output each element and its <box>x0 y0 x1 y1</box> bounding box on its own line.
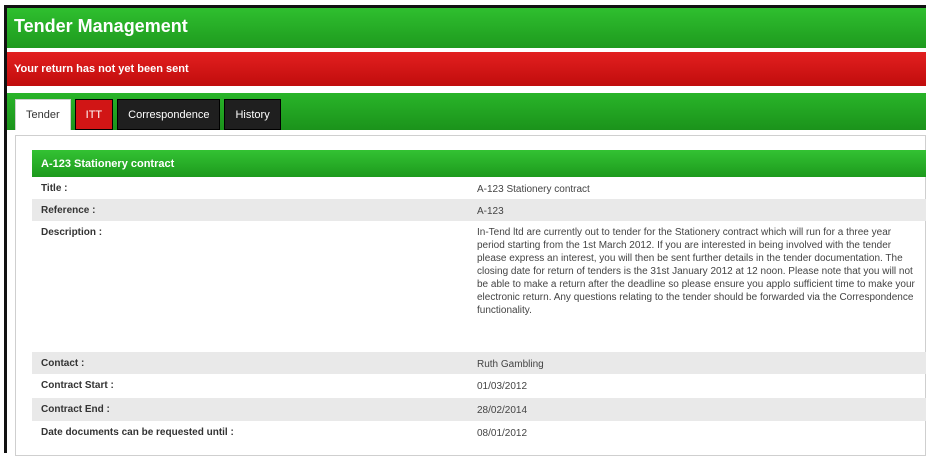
row-label: Contract Start : <box>41 380 114 391</box>
detail-row-contract-start: Contract Start : 01/03/2012 <box>32 374 926 398</box>
detail-row-documents-deadline: Date documents can be requested until : … <box>32 421 926 445</box>
tab-bar: Tender ITT Correspondence History <box>7 93 926 130</box>
tender-window: Tender Management Your return has not ye… <box>4 5 926 456</box>
details-table: Title : A-123 Stationery contract Refere… <box>32 177 926 445</box>
row-value: 01/03/2012 <box>477 381 528 392</box>
row-value: 28/02/2014 <box>477 405 528 416</box>
row-label: Title : <box>41 183 68 194</box>
detail-row-reference: Reference : A-123 <box>32 199 926 221</box>
row-label: Contact : <box>41 358 85 369</box>
row-label: Reference : <box>41 205 96 216</box>
detail-row-description: Description : In-Tend ltd are currently … <box>32 221 926 352</box>
row-value: A-123 <box>477 206 504 217</box>
tab-tender[interactable]: Tender <box>15 99 71 130</box>
row-value: In-Tend ltd are currently out to tender … <box>477 227 915 316</box>
detail-row-title: Title : A-123 Stationery contract <box>32 177 926 199</box>
tab-correspondence[interactable]: Correspondence <box>117 99 221 130</box>
row-value: Ruth Gambling <box>477 359 544 370</box>
row-value: 08/01/2012 <box>477 428 528 439</box>
detail-row-contact: Contact : Ruth Gambling <box>32 352 926 374</box>
page-title: Tender Management <box>7 8 926 48</box>
tab-history[interactable]: History <box>224 99 281 130</box>
tab-itt[interactable]: ITT <box>74 99 114 130</box>
status-alert-banner: Your return has not yet been sent <box>7 52 926 86</box>
row-label: Description : <box>41 227 103 238</box>
row-label: Date documents can be requested until : <box>41 427 234 438</box>
row-label: Contract End : <box>41 404 110 415</box>
detail-row-contract-end: Contract End : 28/02/2014 <box>32 398 926 421</box>
panel-heading: A-123 Stationery contract <box>32 150 926 177</box>
row-value: A-123 Stationery contract <box>477 184 590 195</box>
